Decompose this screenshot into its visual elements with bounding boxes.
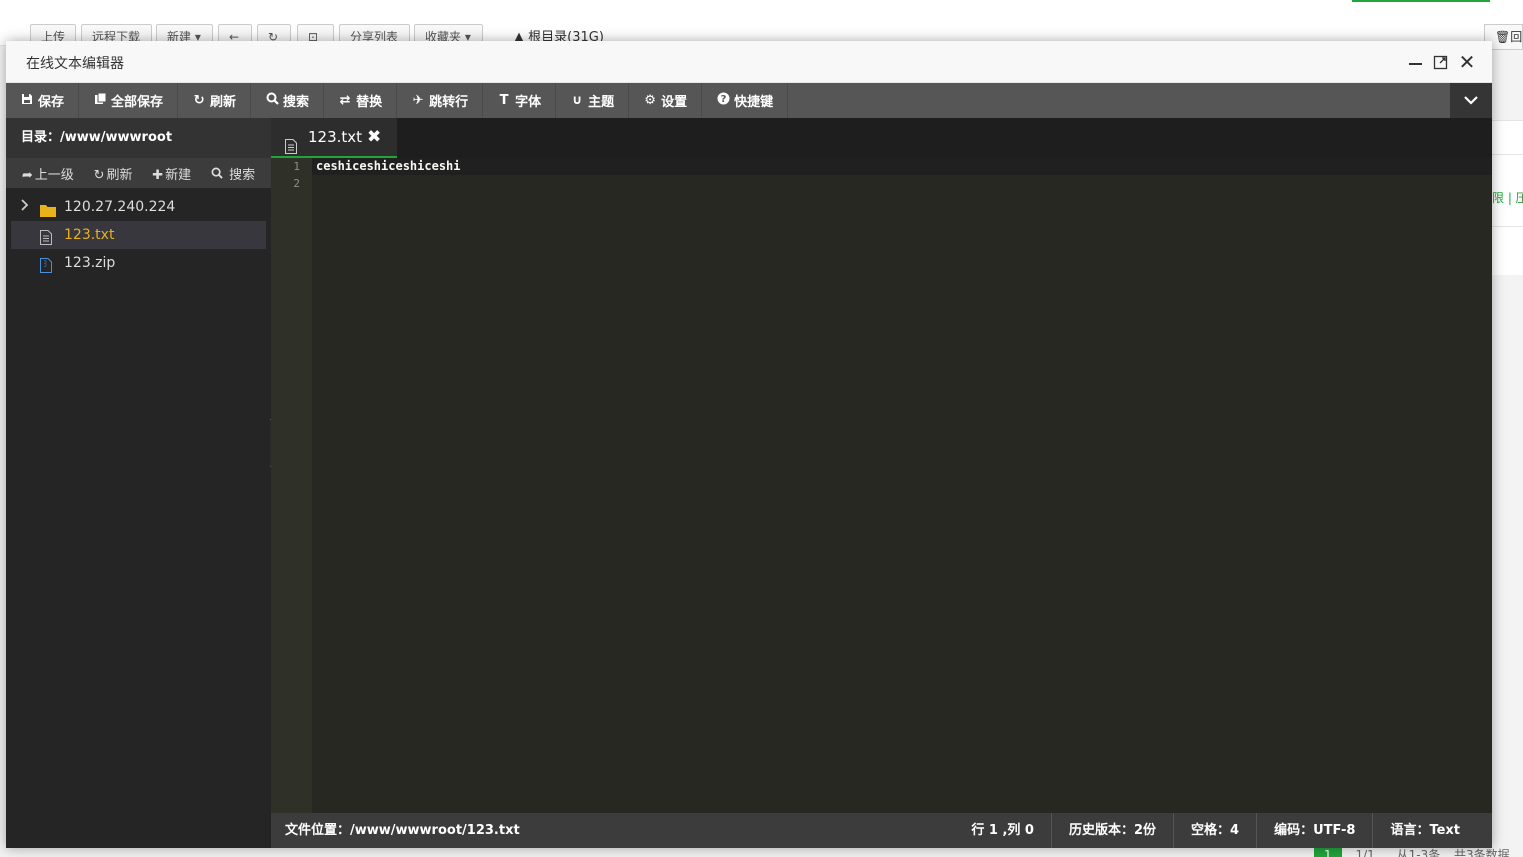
encoding-setting[interactable]: 编码：UTF-8 [1256,813,1372,848]
tree-item-file[interactable]: 123.txt [11,221,266,249]
tree-item-zip[interactable]: 123.zip [6,249,271,277]
modal-title: 在线文本编辑器 [26,56,124,72]
editor-tabbar: 123.txt ✖ [271,118,1492,158]
editor-toolbar: 保存 全部保存 ↻ 刷新 搜索 ⇄ 替换 ✈ 跳转行 T 字体 ∪ 主题 ⚙ 设置 ? 快捷… [6,83,1492,118]
maximize-icon[interactable] [1432,52,1450,72]
shortcuts-button[interactable]: ? 快捷键 [702,83,789,118]
history-versions[interactable]: 历史版本：2份 [1050,813,1173,848]
status-right: 行 1 ,列 0 历史版本：2份 空格：4 编码：UTF-8 语言：Text [954,813,1477,848]
code-line[interactable]: ceshiceshiceshiceshi [316,158,461,175]
zip-file-icon [40,255,52,283]
text-editor-modal: 在线文本编辑器 ✕ 保存 全部保存 ↻ 刷新 搜索 ⇄ 替换 ✈ 跳转行 T 字体 ∪ 主… [6,41,1492,848]
go-up-button[interactable]: ➦ 上一级 [22,164,74,183]
search-icon [265,92,279,109]
tree-item-label: 123.zip [64,255,116,271]
modal-titlebar: 在线文本编辑器 ✕ [6,41,1492,83]
gear-icon: ⚙ [644,93,656,108]
editor-statusbar: 文件位置：/www/wwwroot/123.txt 行 1 ,列 0 历史版本：… [271,813,1492,848]
bg-row-divider [1492,226,1523,227]
bg-page-count: 1/1 [1355,848,1375,857]
goto-line-button[interactable]: ✈ 跳转行 [397,83,484,118]
save-button[interactable]: 保存 [6,83,80,118]
bg-page-current[interactable]: 1 [1314,848,1342,857]
tab-label: 123.txt [308,128,363,146]
search-button[interactable]: 搜索 [251,83,325,118]
code-area[interactable]: ceshiceshiceshiceshi [312,158,1492,813]
chevron-down-icon [1464,96,1478,105]
help-icon: ? [716,92,730,109]
sidebar-refresh-button[interactable]: ↻ 刷新 [94,164,133,183]
tree-item-label: 120.27.240.224 [64,199,176,215]
refresh-icon: ↻ [193,93,205,108]
file-path: 文件位置：/www/wwwroot/123.txt [285,823,520,838]
sidebar-toolbar: ➦ 上一级 ↻ 刷新 ✚ 新建 搜索 [6,158,271,188]
bg-page-range: 从1-3条 [1396,848,1441,857]
replace-icon: ⇄ [339,93,351,108]
theme-button[interactable]: ∪ 主题 [556,83,630,118]
save-all-button[interactable]: 全部保存 [79,83,179,118]
bg-page-total: 共3条数据 [1454,848,1510,857]
cursor-position[interactable]: 行 1 ,列 0 [954,813,1051,848]
plus-icon: ✚ [152,167,164,183]
code-editor: 123.txt ✖ 1 2 ceshiceshiceshiceshi [271,118,1492,813]
trash-icon: 🗑 [1495,30,1511,44]
line-number-gutter: 1 2 [271,158,312,813]
chevron-right-icon[interactable] [21,193,29,221]
save-all-icon [93,92,107,109]
tree-item-label: 123.txt [64,227,115,243]
toolbar-expand-button[interactable] [1450,83,1492,118]
font-button[interactable]: T 字体 [483,83,557,118]
minimize-icon[interactable] [1406,52,1424,72]
sidebar-new-button[interactable]: ✚ 新建 [152,164,191,183]
active-line-highlight [312,158,1492,175]
goto-line-icon: ✈ [412,93,424,108]
save-icon [20,93,34,109]
search-icon [211,167,227,183]
current-directory: 目录：/www/wwwroot [6,118,271,158]
sidebar-search-button[interactable]: 搜索 [211,164,255,183]
svg-text:?: ? [720,94,726,105]
file-sidebar: 目录：/www/wwwroot ➦ 上一级 ↻ 刷新 ✚ 新建 搜索 120.27.2… [6,118,271,848]
level-up-icon: ➦ [21,167,33,183]
background-accent-line [1352,0,1490,2]
close-icon[interactable]: ✕ [1458,52,1476,72]
indent-setting[interactable]: 空格：4 [1173,813,1256,848]
tree-item-folder[interactable]: 120.27.240.224 [6,193,271,221]
refresh-button[interactable]: ↻ 刷新 [178,83,252,118]
file-tree: 120.27.240.224 123.txt 123.zip [6,193,271,277]
bg-row-divider [1492,154,1523,155]
settings-button[interactable]: ⚙ 设置 [629,83,703,118]
font-icon: T [499,93,509,108]
refresh-icon: ↻ [93,167,105,183]
line-number: 2 [293,177,300,190]
language-setting[interactable]: 语言：Text [1372,813,1477,848]
replace-button[interactable]: ⇄ 替换 [324,83,398,118]
bg-row-actions[interactable]: 限 | 压 [1492,189,1523,206]
tab-close-icon[interactable]: ✖ [367,118,381,156]
line-number: 1 [293,160,300,173]
theme-icon: ∪ [571,93,583,108]
tab-123-txt[interactable]: 123.txt ✖ [271,118,397,158]
